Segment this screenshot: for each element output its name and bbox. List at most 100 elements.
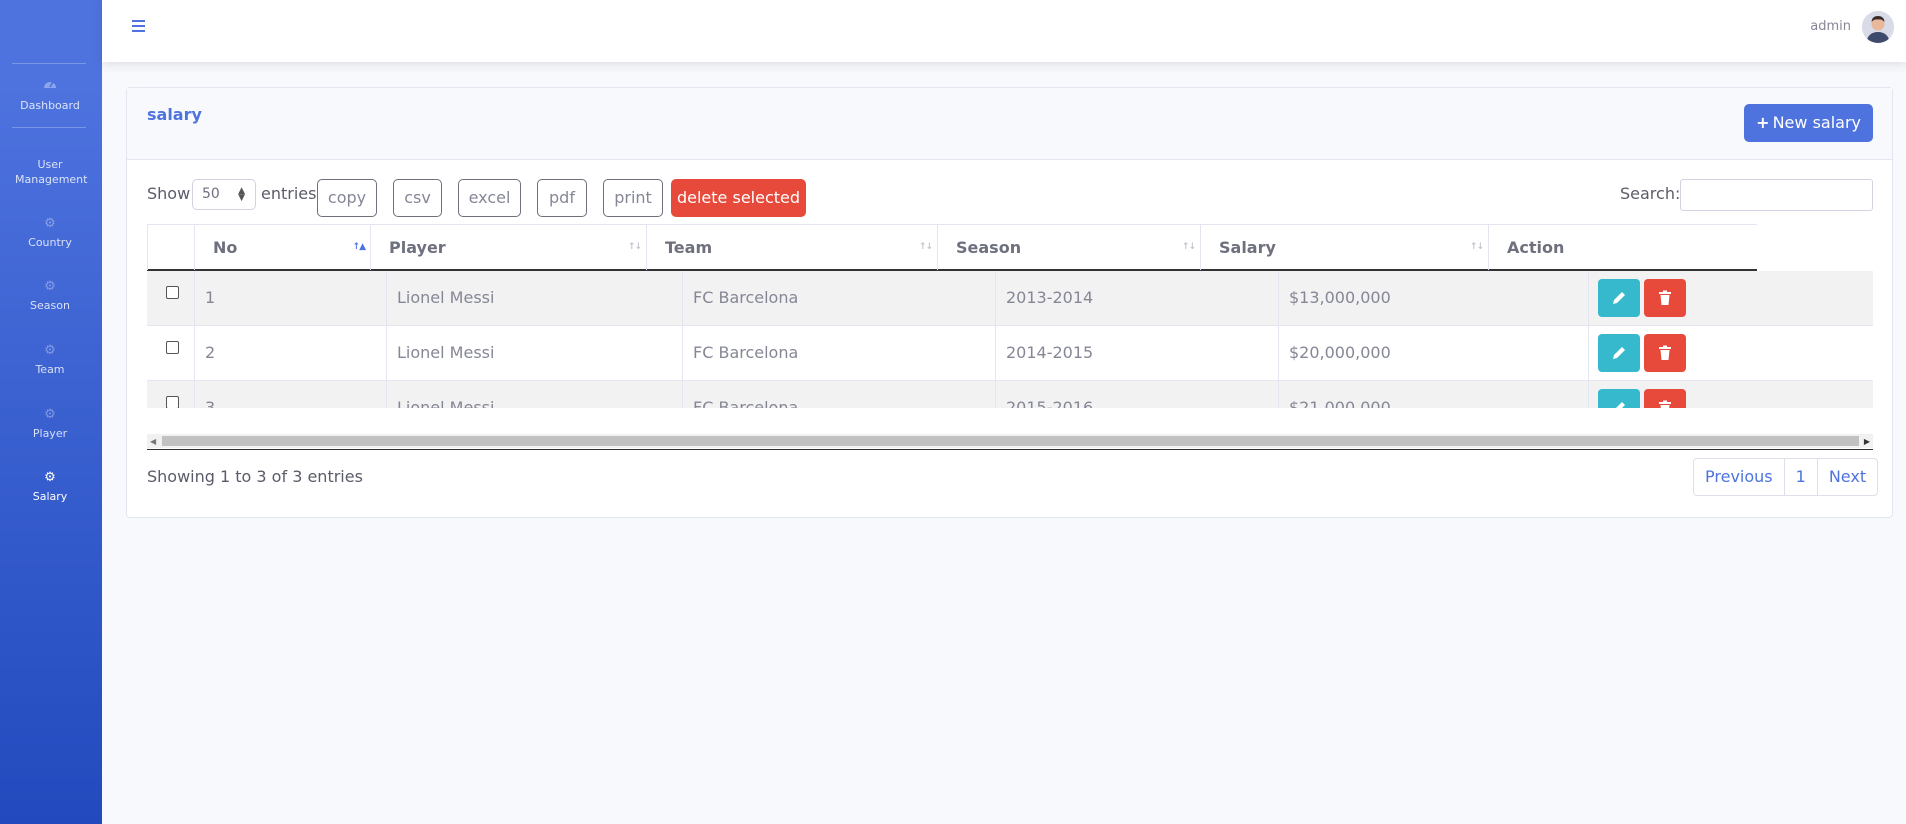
row-checkbox[interactable] xyxy=(166,341,179,354)
column-label: No xyxy=(213,238,238,257)
table-info: Showing 1 to 3 of 3 entries xyxy=(147,467,363,486)
sidebar-item-label: User Management xyxy=(15,158,88,186)
edit-button[interactable] xyxy=(1598,389,1640,408)
row-checkbox[interactable] xyxy=(166,286,179,299)
select-arrows-icon: ▲ ▼ xyxy=(238,186,245,203)
column-label: Player xyxy=(389,238,446,257)
table-row: 1 Lionel Messi FC Barcelona 2013-2014 $1… xyxy=(147,271,1873,326)
page-size-select[interactable]: 50 ▲ ▼ xyxy=(192,179,256,210)
page-size-value: 50 xyxy=(202,186,220,202)
copy-button[interactable]: copy xyxy=(317,179,377,217)
horizontal-scrollbar[interactable]: ◀ ▶ xyxy=(147,434,1873,448)
scroll-left-icon[interactable]: ◀ xyxy=(150,437,156,446)
scroll-right-icon[interactable]: ▶ xyxy=(1864,437,1870,446)
cell-player: Lionel Messi xyxy=(387,271,683,325)
row-checkbox[interactable] xyxy=(166,396,179,408)
sidebar-item-salary[interactable]: ⚙ Salary xyxy=(0,469,100,504)
pdf-button[interactable]: pdf xyxy=(537,179,587,217)
excel-button[interactable]: excel xyxy=(458,179,521,217)
column-season[interactable]: Season ↑↓ xyxy=(938,225,1201,270)
column-salary[interactable]: Salary ↑↓ xyxy=(1201,225,1489,270)
sort-icon: ↑↓ xyxy=(1181,242,1196,252)
sidebar-item-label: Country xyxy=(28,236,72,249)
gears-icon: ⚙ xyxy=(44,407,56,422)
print-button[interactable]: print xyxy=(603,179,663,217)
sidebar: Dashboard User Management ⚙ Country ⚙ Se… xyxy=(0,0,102,824)
user-name[interactable]: admin xyxy=(1810,19,1851,34)
select-all-column xyxy=(147,225,195,270)
new-salary-label: New salary xyxy=(1772,113,1861,132)
sidebar-item-label: Player xyxy=(32,427,68,440)
cell-player: Lionel Messi xyxy=(387,381,683,408)
select-cell xyxy=(147,326,195,380)
column-label: Action xyxy=(1507,238,1565,257)
sidebar-item-season[interactable]: ⚙ Season xyxy=(0,278,100,313)
sort-icon: ↑↓ xyxy=(918,242,933,252)
salary-card: salary + New salary Show 50 ▲ ▼ entries co… xyxy=(126,87,1893,518)
cell-no: 3 xyxy=(195,381,387,408)
menu-toggle-icon[interactable] xyxy=(129,15,149,35)
pencil-icon xyxy=(1616,402,1625,408)
trash-icon xyxy=(1659,345,1671,360)
delete-button[interactable] xyxy=(1644,279,1686,317)
sort-icon: ↑↓ xyxy=(1469,242,1484,252)
sidebar-item-team[interactable]: ⚙ Team xyxy=(0,342,100,377)
scrollbar-thumb[interactable] xyxy=(162,436,1859,446)
sidebar-item-label: Salary xyxy=(32,490,68,503)
column-no[interactable]: No ↑▲ xyxy=(195,225,371,270)
sidebar-item-label: Dashboard xyxy=(20,99,80,112)
card-header: salary + New salary xyxy=(127,88,1892,160)
sidebar-item-player[interactable]: ⚙ Player xyxy=(0,406,100,441)
sidebar-item-country[interactable]: ⚙ Country xyxy=(0,215,100,250)
delete-button[interactable] xyxy=(1644,389,1686,408)
trash-icon xyxy=(1659,400,1671,408)
pagination: Previous 1 Next xyxy=(1693,458,1879,496)
gears-icon: ⚙ xyxy=(44,470,56,485)
gears-icon: ⚙ xyxy=(44,279,56,294)
sidebar-divider xyxy=(12,127,86,128)
table-header: No ↑▲ Player ↑↓ Team ↑↓ Season ↑↓ Salary… xyxy=(147,224,1757,271)
sidebar-divider xyxy=(12,63,86,64)
select-cell xyxy=(147,271,195,325)
cell-team: FC Barcelona xyxy=(683,326,996,380)
delete-button[interactable] xyxy=(1644,334,1686,372)
csv-button[interactable]: csv xyxy=(393,179,442,217)
avatar[interactable] xyxy=(1862,11,1894,43)
select-cell xyxy=(147,381,195,408)
column-action: Action xyxy=(1489,225,1757,270)
cell-team: FC Barcelona xyxy=(683,381,996,408)
column-label: Salary xyxy=(1219,238,1276,257)
gears-icon: ⚙ xyxy=(44,343,56,358)
edit-button[interactable] xyxy=(1598,279,1640,317)
trash-icon xyxy=(1659,290,1671,305)
column-player[interactable]: Player ↑↓ xyxy=(371,225,647,270)
gauge-icon xyxy=(0,78,100,96)
cell-team: FC Barcelona xyxy=(683,271,996,325)
page-1-button[interactable]: 1 xyxy=(1785,459,1818,495)
topbar: admin xyxy=(102,0,1906,62)
cell-salary: $20,000,000 xyxy=(1279,326,1589,380)
sort-asc-icon: ↑▲ xyxy=(352,242,367,252)
cell-season: 2015-2016 xyxy=(996,381,1279,408)
table-body: 1 Lionel Messi FC Barcelona 2013-2014 $1… xyxy=(147,271,1873,408)
search-input[interactable] xyxy=(1680,179,1873,211)
delete-selected-button[interactable]: delete selected xyxy=(671,179,806,217)
edit-button[interactable] xyxy=(1598,334,1640,372)
pencil-icon xyxy=(1613,347,1625,359)
cell-no: 1 xyxy=(195,271,387,325)
column-team[interactable]: Team ↑↓ xyxy=(647,225,938,270)
gears-icon: ⚙ xyxy=(44,216,56,231)
cell-no: 2 xyxy=(195,326,387,380)
cell-salary: $13,000,000 xyxy=(1279,271,1589,325)
next-page-button[interactable]: Next xyxy=(1818,459,1877,495)
sidebar-item-dashboard[interactable]: Dashboard xyxy=(0,78,100,113)
show-label: Show xyxy=(147,184,191,203)
previous-page-button[interactable]: Previous xyxy=(1694,459,1785,495)
sidebar-item-user-management[interactable]: User Management xyxy=(0,157,100,187)
table-bottom-border xyxy=(147,449,1873,450)
cell-season: 2013-2014 xyxy=(996,271,1279,325)
cell-season: 2014-2015 xyxy=(996,326,1279,380)
card-title: salary xyxy=(147,105,202,124)
new-salary-button[interactable]: + New salary xyxy=(1744,104,1873,142)
sort-icon: ↑↓ xyxy=(627,242,642,252)
